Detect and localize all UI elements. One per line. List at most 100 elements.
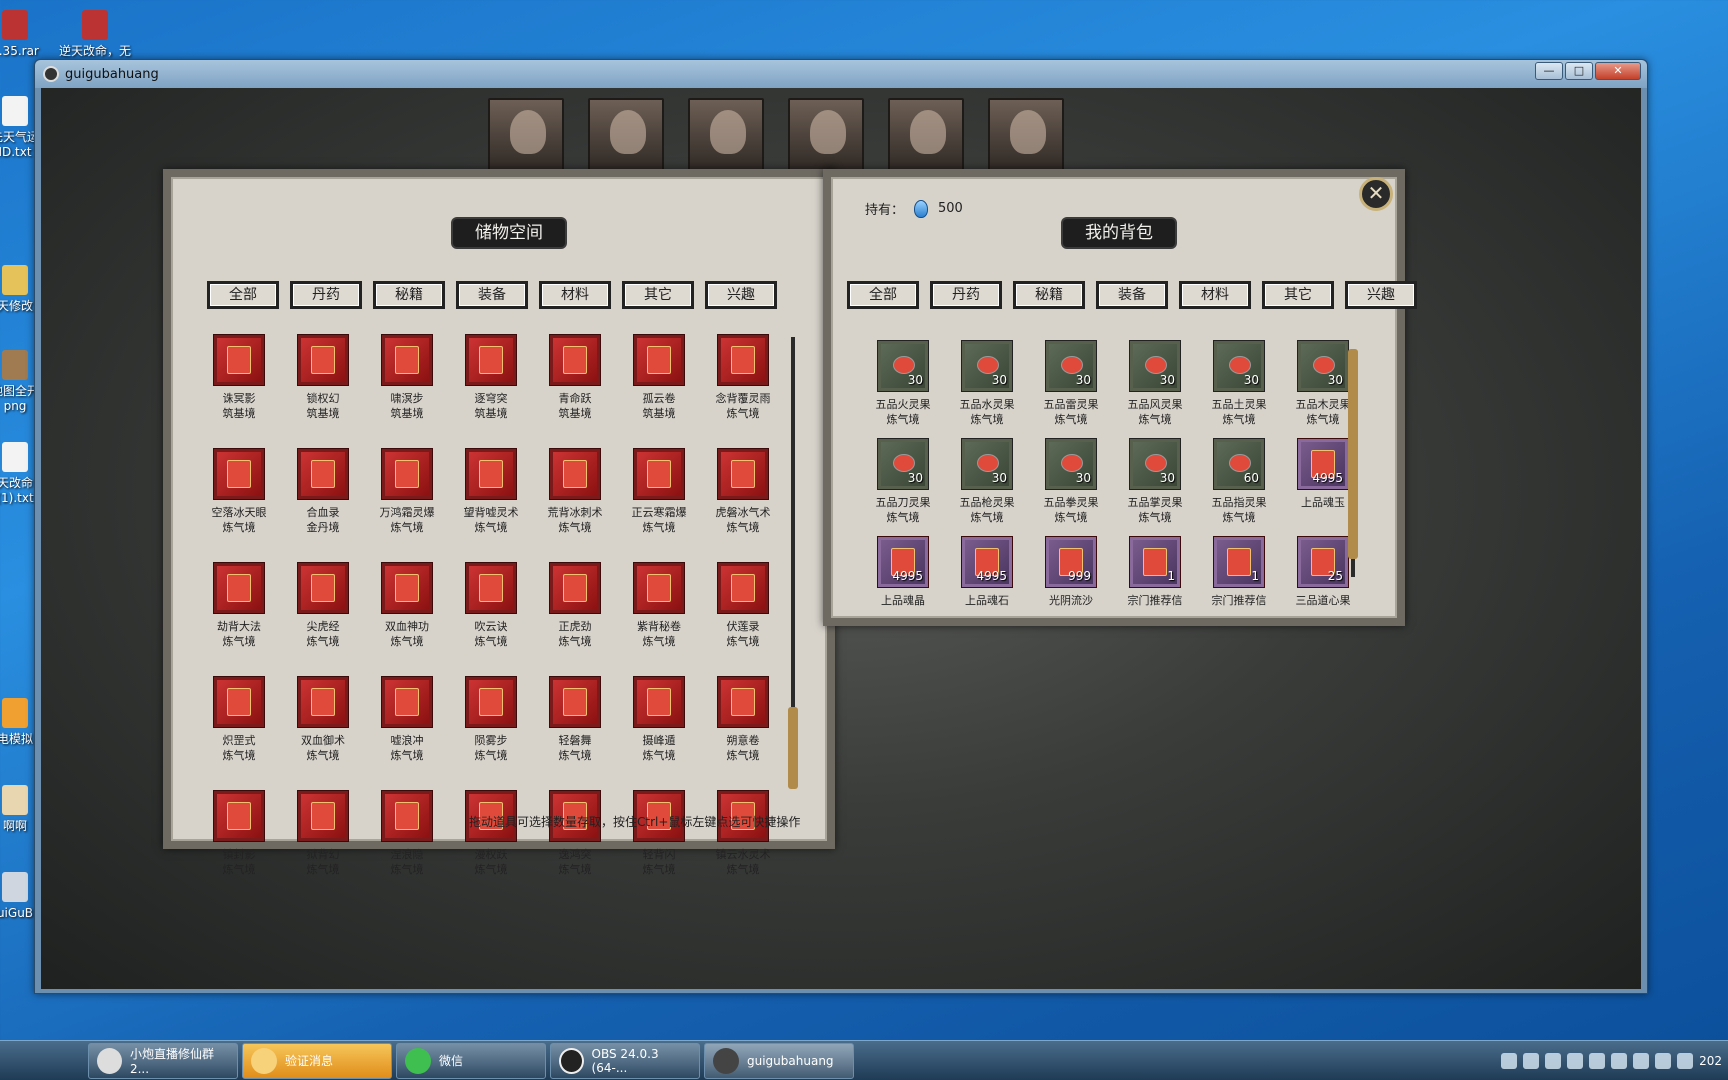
inventory-item[interactable]: 劫背大法 炼气境 bbox=[197, 563, 281, 649]
inventory-item[interactable]: 镇云水灵术 炼气境 bbox=[701, 791, 785, 877]
inventory-item[interactable]: 空落冰天眼 炼气境 bbox=[197, 449, 281, 535]
inventory-item[interactable]: 万鸿霜灵爆 炼气境 bbox=[365, 449, 449, 535]
bag-scrollbar[interactable] bbox=[1348, 349, 1358, 577]
bag-tab-materials[interactable]: 材料 bbox=[1179, 281, 1251, 309]
inventory-item[interactable]: 青命跃 筑基境 bbox=[533, 335, 617, 421]
storage-tab-pills[interactable]: 丹药 bbox=[290, 281, 362, 309]
inventory-item[interactable]: 炽罡式 炼气境 bbox=[197, 677, 281, 763]
volume-icon[interactable] bbox=[1633, 1053, 1650, 1069]
inventory-item[interactable]: 4995 上品魂晶 bbox=[861, 537, 945, 608]
folder-icon bbox=[2, 265, 28, 295]
bag-tab-all[interactable]: 全部 bbox=[847, 281, 919, 309]
inventory-item[interactable]: 30 五品水灵果 炼气境 bbox=[945, 341, 1029, 427]
inventory-item[interactable]: 镇封影 炼气境 bbox=[197, 791, 281, 877]
inventory-item[interactable]: 荒背冰刺术 炼气境 bbox=[533, 449, 617, 535]
clock[interactable]: 202 bbox=[1699, 1054, 1722, 1068]
bag-tab-pills[interactable]: 丹药 bbox=[930, 281, 1002, 309]
manual-book-icon bbox=[466, 449, 516, 499]
taskbar-button-verify[interactable]: 验证消息 bbox=[242, 1042, 392, 1079]
inventory-item[interactable]: 30 五品雷灵果 炼气境 bbox=[1029, 341, 1113, 427]
inventory-item[interactable]: 30 五品刀灵果 炼气境 bbox=[861, 439, 945, 525]
qq-icon[interactable] bbox=[1523, 1053, 1540, 1069]
inventory-item[interactable]: 狱背幻 炼气境 bbox=[281, 791, 365, 877]
bag-tab-interest[interactable]: 兴趣 bbox=[1345, 281, 1417, 309]
inventory-item[interactable]: 轻背闪 炼气境 bbox=[617, 791, 701, 877]
inventory-item[interactable]: 30 五品拳灵果 炼气境 bbox=[1029, 439, 1113, 525]
item-realm: 炼气境 bbox=[474, 635, 508, 648]
inventory-item[interactable]: 孤云卷 筑基境 bbox=[617, 335, 701, 421]
character-portrait[interactable] bbox=[988, 98, 1064, 174]
inventory-item[interactable]: 漫权跃 炼气境 bbox=[449, 791, 533, 877]
inventory-item[interactable]: 60 五品指灵果 炼气境 bbox=[1197, 439, 1281, 525]
inventory-item[interactable]: 30 五品风灵果 炼气境 bbox=[1113, 341, 1197, 427]
character-portrait[interactable] bbox=[588, 98, 664, 174]
bag-tab-other[interactable]: 其它 bbox=[1262, 281, 1334, 309]
panel-close-icon[interactable]: ✕ bbox=[1359, 177, 1393, 211]
tray-icon[interactable] bbox=[1611, 1053, 1628, 1069]
inventory-item[interactable]: 啸溟步 筑基境 bbox=[365, 335, 449, 421]
inventory-item[interactable]: 望背嘘灵术 炼气境 bbox=[449, 449, 533, 535]
inventory-item[interactable]: 正云寒霜爆 炼气境 bbox=[617, 449, 701, 535]
item-name: 轻磐舞 bbox=[558, 734, 592, 747]
storage-tab-manuals[interactable]: 秘籍 bbox=[373, 281, 445, 309]
inventory-item[interactable]: 逸鸿突 炼气境 bbox=[533, 791, 617, 877]
inventory-item[interactable]: 双血御术 炼气境 bbox=[281, 677, 365, 763]
tray-icon[interactable] bbox=[1545, 1053, 1562, 1069]
inventory-item[interactable]: 30 五品掌灵果 炼气境 bbox=[1113, 439, 1197, 525]
taskbar-button-wechat[interactable]: 微信 bbox=[396, 1042, 546, 1079]
inventory-item[interactable]: 4995 上品魂石 bbox=[945, 537, 1029, 608]
inventory-item[interactable]: 30 五品枪灵果 炼气境 bbox=[945, 439, 1029, 525]
taskbar-button-obs[interactable]: OBS 24.0.3 (64-... bbox=[550, 1042, 700, 1079]
inventory-item[interactable]: 合血录 金丹境 bbox=[281, 449, 365, 535]
character-portrait[interactable] bbox=[688, 98, 764, 174]
window-titlebar[interactable]: guigubahuang bbox=[35, 60, 1647, 88]
storage-tab-equipment[interactable]: 装备 bbox=[456, 281, 528, 309]
inventory-item[interactable]: 摄峰遁 炼气境 bbox=[617, 677, 701, 763]
nvidia-icon[interactable] bbox=[1567, 1053, 1584, 1069]
inventory-item[interactable]: 虎磐冰气术 炼气境 bbox=[701, 449, 785, 535]
inventory-item[interactable]: 嘘浪冲 炼气境 bbox=[365, 677, 449, 763]
storage-tab-all[interactable]: 全部 bbox=[207, 281, 279, 309]
character-portrait[interactable] bbox=[788, 98, 864, 174]
character-portrait[interactable] bbox=[488, 98, 564, 174]
inventory-item[interactable]: 涅浪隐 炼气境 bbox=[365, 791, 449, 877]
inventory-item[interactable]: 紫背秘卷 炼气境 bbox=[617, 563, 701, 649]
storage-scrollbar[interactable] bbox=[788, 337, 798, 789]
network-icon[interactable] bbox=[1655, 1053, 1672, 1069]
inventory-item[interactable]: 1 宗门推荐信 bbox=[1113, 537, 1197, 608]
wechat-tray-icon[interactable] bbox=[1589, 1053, 1606, 1069]
taskbar-button-game[interactable]: guigubahuang bbox=[704, 1042, 854, 1079]
inventory-item[interactable]: 1 宗门推荐信 bbox=[1197, 537, 1281, 608]
inventory-item[interactable]: 轻磐舞 炼气境 bbox=[533, 677, 617, 763]
inventory-item[interactable]: 陨雾步 炼气境 bbox=[449, 677, 533, 763]
inventory-item[interactable]: 30 五品土灵果 炼气境 bbox=[1197, 341, 1281, 427]
window-close-button[interactable]: ✕ bbox=[1595, 62, 1641, 80]
inventory-item[interactable]: 朔意卷 炼气境 bbox=[701, 677, 785, 763]
bag-tab-equipment[interactable]: 装备 bbox=[1096, 281, 1168, 309]
inventory-item[interactable]: 999 光阴流沙 bbox=[1029, 537, 1113, 608]
bag-tab-manuals[interactable]: 秘籍 bbox=[1013, 281, 1085, 309]
inventory-item[interactable]: 伏莲录 炼气境 bbox=[701, 563, 785, 649]
inventory-item[interactable]: 正虎劲 炼气境 bbox=[533, 563, 617, 649]
inventory-item[interactable]: 30 五品火灵果 炼气境 bbox=[861, 341, 945, 427]
inventory-item[interactable]: 诛冥影 筑基境 bbox=[197, 335, 281, 421]
minimize-button[interactable]: — bbox=[1535, 62, 1563, 80]
desktop-icon-nitian[interactable]: 逆天改命，无 bbox=[50, 10, 140, 59]
inventory-item[interactable]: 逐穹突 筑基境 bbox=[449, 335, 533, 421]
storage-scroll-thumb[interactable] bbox=[788, 707, 798, 789]
inventory-item[interactable]: 吹云诀 炼气境 bbox=[449, 563, 533, 649]
bag-scroll-thumb[interactable] bbox=[1348, 349, 1358, 559]
maximize-button[interactable]: □ bbox=[1565, 62, 1593, 80]
inventory-item[interactable]: 念背覆灵雨 炼气境 bbox=[701, 335, 785, 421]
tray-icon[interactable] bbox=[1501, 1053, 1518, 1069]
storage-tab-interest[interactable]: 兴趣 bbox=[705, 281, 777, 309]
taskbar-button-live[interactable]: 小炮直播修仙群2... bbox=[88, 1042, 238, 1079]
character-portrait[interactable] bbox=[888, 98, 964, 174]
inventory-item[interactable]: 双血神功 炼气境 bbox=[365, 563, 449, 649]
storage-tab-other[interactable]: 其它 bbox=[622, 281, 694, 309]
steam-icon[interactable] bbox=[1677, 1053, 1694, 1069]
storage-tab-materials[interactable]: 材料 bbox=[539, 281, 611, 309]
inventory-item[interactable]: 锁权幻 筑基境 bbox=[281, 335, 365, 421]
item-name: 嘘浪冲 bbox=[390, 734, 424, 747]
inventory-item[interactable]: 尖虎经 炼气境 bbox=[281, 563, 365, 649]
